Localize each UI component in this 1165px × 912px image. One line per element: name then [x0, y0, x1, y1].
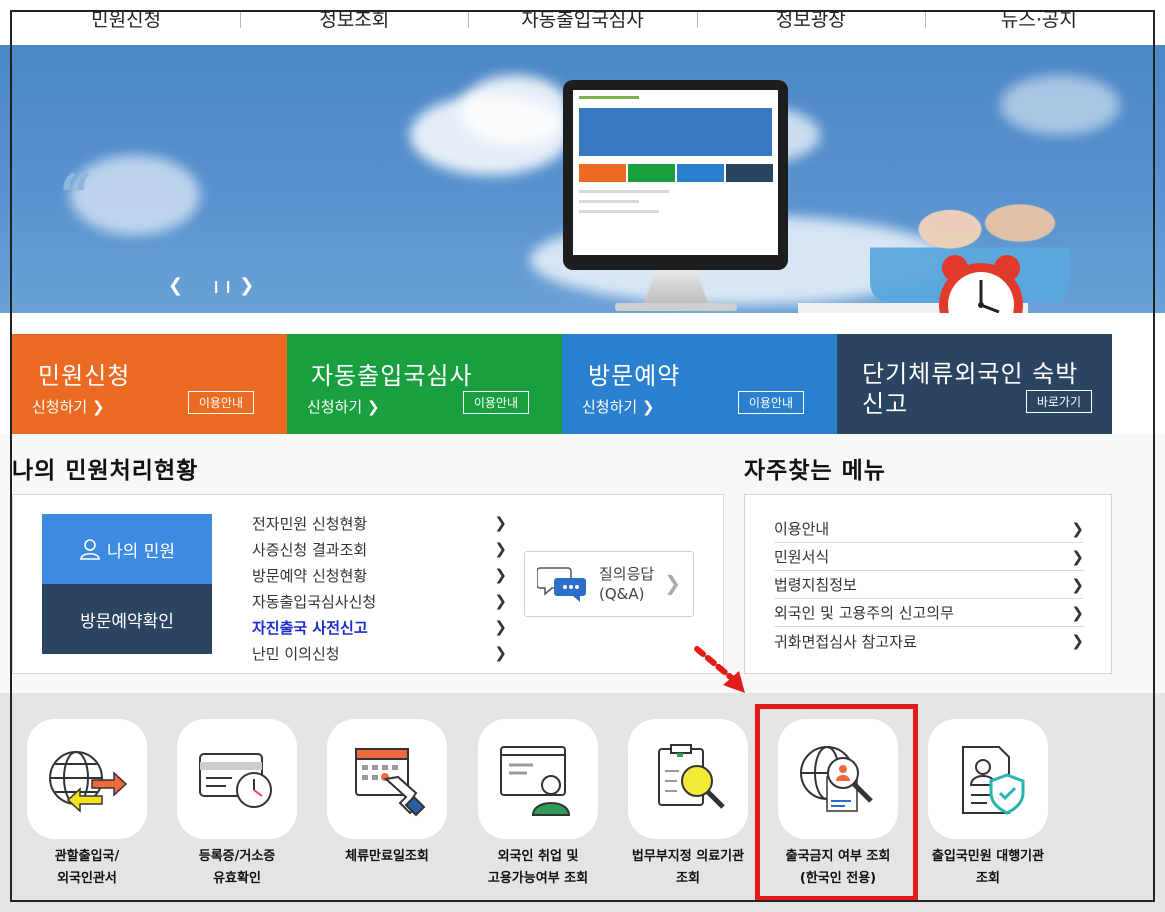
alarm-clock-icon — [939, 255, 1023, 313]
status-item[interactable]: 난민 이의신청 ❯ — [252, 640, 507, 666]
document-shield-icon — [962, 746, 1025, 815]
favorites-list: 이용안내 ❯ 민원서식 ❯ 법령지침정보 ❯ 외국인 및 고용주의 신고의무 ❯ 귀화면… — [774, 515, 1084, 655]
hero-banner[interactable]: “ ❮ ❙❙ ❯ — [0, 45, 1165, 313]
cloud-decoration — [1000, 75, 1120, 135]
quote-icon: “ — [56, 159, 93, 243]
status-section-title: 나의 민원처리현황 — [12, 458, 199, 484]
chevron-right-icon: ❯ — [1071, 547, 1084, 566]
qna-button[interactable]: 질의응답 (Q&A) ❯ — [524, 551, 694, 617]
guide-button[interactable]: 이용안내 — [462, 391, 529, 414]
chevron-right-icon: ❯ — [664, 571, 681, 595]
chevron-right-icon: ❯ — [494, 618, 507, 636]
guide-button[interactable]: 이용안내 — [737, 391, 804, 414]
pause-icon[interactable]: ❙❙ — [211, 279, 235, 293]
status-item-highlighted[interactable]: 자진출국 사전신고 ❯ — [252, 614, 507, 640]
my-civil-button[interactable]: 나의 민원 — [42, 514, 212, 584]
quick-icon-card[interactable] — [177, 719, 297, 839]
my-civil-label: 나의 민원 — [107, 541, 175, 562]
chevron-right-icon: ❯ — [1071, 603, 1084, 622]
quick-icon-card[interactable] — [928, 719, 1048, 839]
chevron-right-icon: ❯ — [1071, 519, 1084, 538]
status-item[interactable]: 자동출입국심사신청 ❯ — [252, 588, 507, 614]
chevron-right-icon: ❯ — [1071, 575, 1084, 594]
tile-title: 민원신청 — [38, 362, 131, 390]
shortcut-button[interactable]: 바로가기 — [1025, 390, 1092, 413]
top-nav: 민원신청 정보조회 자동출입국심사 정보광장 뉴스·공지 — [12, 0, 1153, 44]
clipboard-magnifier-icon — [658, 744, 725, 809]
favorite-item[interactable]: 법령지침정보 ❯ — [774, 571, 1084, 599]
card-clock-icon — [199, 753, 272, 808]
chevron-right-icon: ❯ — [91, 398, 105, 416]
tile-visit-reservation[interactable]: 방문예약 신청하기 ❯ 이용안내 — [562, 334, 837, 434]
chevron-right-icon: ❯ — [494, 514, 507, 532]
quick-icon-label[interactable]: 출입국민원 대행기관 조회 — [908, 846, 1068, 890]
guide-button[interactable]: 이용안내 — [187, 391, 254, 414]
chevron-left-icon[interactable]: ❮ — [168, 275, 183, 296]
nav-item-news-notice[interactable]: 뉴스·공지 — [924, 0, 1153, 44]
apply-link[interactable]: 신청하기 ❯ — [307, 396, 380, 417]
slider-controls: ❮ ❙❙ ❯ — [168, 275, 254, 296]
quick-icon-card[interactable] — [628, 719, 748, 839]
favorite-item[interactable]: 외국인 및 고용주의 신고의무 ❯ — [774, 599, 1084, 627]
nav-item-civil-application[interactable]: 민원신청 — [12, 0, 240, 44]
quick-icon-card[interactable] — [478, 719, 598, 839]
status-list: 전자민원 신청현황 ❯ 사증신청 결과조회 ❯ 방문예약 신청현황 ❯ 자동출입국심사… — [252, 510, 507, 666]
favorite-item[interactable]: 이용안내 ❯ — [774, 515, 1084, 543]
monitor-base — [615, 303, 737, 311]
quick-icon-label[interactable]: 체류만료일조회 — [307, 846, 467, 868]
favorite-item[interactable]: 귀화면접심사 참고자료 ❯ — [774, 627, 1084, 655]
status-item[interactable]: 사증신청 결과조회 ❯ — [252, 536, 507, 562]
quick-icon-card[interactable] — [27, 719, 147, 839]
chevron-right-icon: ❯ — [1071, 632, 1084, 650]
tile-lodging-report[interactable]: 단기체류외국인 숙박 신고 바로가기 — [837, 334, 1112, 434]
chevron-right-icon: ❯ — [494, 540, 507, 558]
tile-civil-application[interactable]: 민원신청 신청하기 ❯ 이용안내 — [12, 334, 287, 434]
nav-item-auto-immigration[interactable]: 자동출입국심사 — [468, 0, 696, 44]
chevron-right-icon[interactable]: ❯ — [239, 275, 254, 296]
service-tiles: 민원신청 신청하기 ❯ 이용안내 자동출입국심사 신청하기 ❯ 이용안내 방문예… — [12, 334, 1112, 434]
quick-icon-card[interactable] — [327, 719, 447, 839]
quick-icon-label[interactable]: 법무부지정 의료기관 조회 — [608, 846, 768, 890]
quick-icon-label[interactable]: 외국인 취업 및 고용가능여부 조회 — [458, 846, 618, 890]
quick-icon-label[interactable]: 관할출입국/외국인관서 — [7, 846, 167, 890]
chevron-right-icon: ❯ — [494, 566, 507, 584]
highlight-box — [755, 704, 918, 901]
dashed-arrow-icon — [694, 646, 745, 693]
quick-icon-label[interactable]: 등록증/거소증 유효확인 — [157, 846, 317, 890]
calendar-hand-icon — [355, 748, 426, 817]
chevron-right-icon: ❯ — [641, 398, 655, 416]
apply-link[interactable]: 신청하기 ❯ — [32, 396, 105, 417]
monitor-person-icon — [500, 746, 571, 816]
monitor-illustration — [563, 80, 788, 270]
favorites-section-title: 자주찾는 메뉴 — [744, 458, 886, 484]
globe-arrows-icon — [49, 751, 128, 813]
chat-bubbles-icon — [537, 567, 586, 602]
status-item[interactable]: 전자민원 신청현황 ❯ — [252, 510, 507, 536]
nav-item-info-plaza[interactable]: 정보광장 — [696, 0, 925, 44]
status-item[interactable]: 방문예약 신청현황 ❯ — [252, 562, 507, 588]
tile-title: 자동출입국심사 — [311, 362, 473, 390]
nav-item-info-search[interactable]: 정보조회 — [240, 0, 468, 44]
tile-auto-immigration[interactable]: 자동출입국심사 신청하기 ❯ 이용안내 — [287, 334, 562, 434]
qna-label: 질의응답 (Q&A) — [599, 565, 655, 603]
cloud-decoration — [460, 75, 570, 145]
apply-link[interactable]: 신청하기 ❯ — [582, 396, 655, 417]
favorite-item[interactable]: 민원서식 ❯ — [774, 543, 1084, 571]
chevron-right-icon: ❯ — [494, 592, 507, 610]
chevron-right-icon: ❯ — [366, 398, 380, 416]
chevron-right-icon: ❯ — [494, 644, 507, 662]
user-icon — [80, 539, 100, 560]
tile-title: 방문예약 — [588, 362, 681, 390]
visit-check-button[interactable]: 방문예약확인 — [42, 584, 212, 654]
